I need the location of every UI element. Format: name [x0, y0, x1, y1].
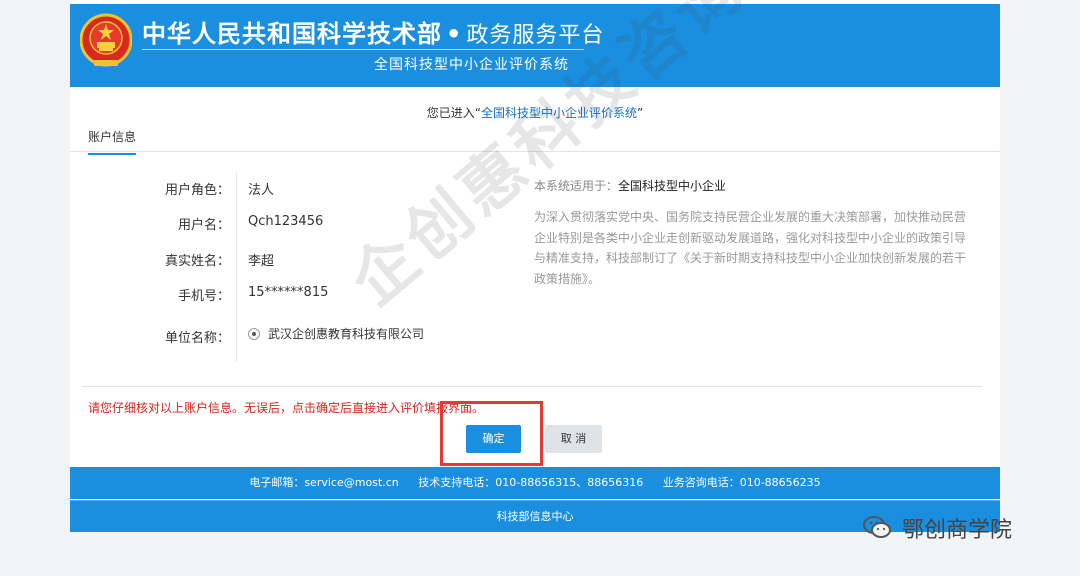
platform-title: 中华人民共和国科学技术部 • 政务服务平台: [142, 14, 604, 49]
field-divider: [236, 172, 237, 362]
unit-value: 武汉企创惠教育科技有限公司: [268, 327, 425, 341]
footer-email: 电子邮箱：service@most.cn: [249, 476, 399, 489]
title-divider: [142, 49, 584, 50]
national-emblem-icon: [80, 13, 132, 67]
header-banner: 中华人民共和国科学技术部 • 政务服务平台 全国科技型中小企业评价系统: [70, 4, 1000, 87]
notice-heading-prefix: 本系统适用于：: [534, 179, 619, 193]
wechat-icon: [863, 516, 891, 538]
notice-heading: 本系统适用于：全国科技型中小企业: [534, 177, 726, 194]
unit-label: 单位名称：: [164, 331, 230, 346]
footer-business-phone: 业务咨询电话：010-88656235: [662, 476, 821, 489]
footer-support-phone: 技术支持电话：010-88656315、88656316: [418, 476, 644, 489]
footer-organization: 科技部信息中心: [70, 500, 1000, 532]
phone-value: 15******815: [248, 285, 329, 300]
section-divider: [82, 386, 982, 387]
entered-notice: 您已进入“全国科技型中小企业评价系统”: [70, 104, 1000, 121]
unit-radio[interactable]: [248, 327, 260, 340]
wechat-brand: 鄂创商学院: [902, 518, 1013, 543]
realname-label: 真实姓名：: [164, 254, 230, 269]
tab-divider: [70, 151, 1000, 152]
phone-label: 手机号：: [177, 289, 230, 304]
role-label: 用户角色：: [164, 183, 230, 198]
system-name: 全国科技型中小企业评价系统: [374, 57, 569, 73]
entered-prefix: 您已进入“: [426, 106, 481, 120]
highlight-box: [440, 401, 543, 466]
footer-contact: 电子邮箱：service@most.cn 技术支持电话：010-88656315…: [70, 467, 1000, 499]
notice-body: 为深入贯彻落实党中央、国务院支持民营企业发展的重大决策部署，加快推动民营企业特别…: [534, 210, 967, 286]
entered-system-name: 全国科技型中小企业评价系统: [480, 106, 637, 120]
cancel-button[interactable]: 取 消: [545, 425, 602, 453]
role-value: 法人: [248, 183, 275, 198]
notice-heading-target: 全国科技型中小企业: [618, 179, 727, 193]
ministry-name: 中华人民共和国科学技术部: [142, 20, 442, 48]
title-separator: •: [446, 20, 463, 48]
username-value: Qch123456: [248, 214, 324, 229]
realname-value: 李超: [248, 254, 275, 269]
entered-suffix: ”: [637, 106, 644, 120]
unit-option[interactable]: 武汉企创惠教育科技有限公司: [248, 325, 424, 342]
username-label: 用户名：: [177, 218, 230, 233]
verify-warning: 请您仔细核对以上账户信息。无误后，点击确定后直接进入评价填报界面。: [88, 401, 485, 415]
page-container: 中华人民共和国科学技术部 • 政务服务平台 全国科技型中小企业评价系统 您已进入“全…: [70, 0, 1000, 532]
platform-subtitle: 政务服务平台: [466, 23, 605, 48]
